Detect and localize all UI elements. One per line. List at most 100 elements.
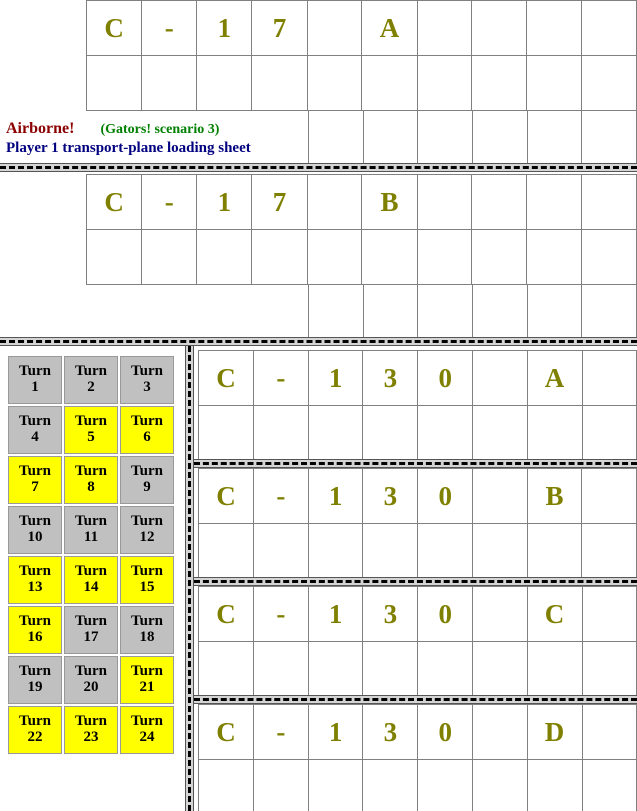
cargo-cell[interactable] [581,759,637,811]
plane-cell[interactable]: B [361,174,418,230]
plane-cell[interactable] [471,174,528,230]
turn-cell-2[interactable]: Turn 2 [64,356,118,404]
turn-cell-13[interactable]: Turn 13 [8,556,62,604]
cargo-cell[interactable] [362,110,419,168]
cargo-cell[interactable] [417,284,473,342]
cargo-cell[interactable] [526,405,583,461]
cargo-cell[interactable] [85,229,143,285]
plane-cell[interactable]: 1 [307,468,364,524]
turn-cell-20[interactable]: Turn 20 [64,656,118,704]
turn-cell-4[interactable]: Turn 4 [8,406,62,454]
cargo-cell[interactable] [252,759,309,811]
turn-cell-18[interactable]: Turn 18 [120,606,174,654]
cargo-cell[interactable] [581,110,637,168]
turn-cell-24[interactable]: Turn 24 [120,706,174,754]
plane-cell[interactable]: - [252,350,309,406]
plane-cell[interactable] [472,350,528,406]
plane-cell[interactable]: 3 [362,704,419,760]
plane-cell[interactable]: A [526,350,583,406]
turn-cell-14[interactable]: Turn 14 [64,556,118,604]
cargo-cell[interactable] [252,405,309,461]
plane-cell[interactable]: C [526,586,583,642]
cargo-cell[interactable] [526,284,583,342]
plane-cell[interactable]: - [252,586,309,642]
turn-cell-23[interactable]: Turn 23 [64,706,118,754]
cargo-cell[interactable] [361,55,418,111]
cargo-cell[interactable] [306,55,363,111]
cargo-cell[interactable] [526,110,583,168]
cargo-cell[interactable] [581,55,637,111]
plane-cell[interactable]: C [85,0,143,56]
turn-cell-9[interactable]: Turn 9 [120,456,174,504]
plane-cell[interactable]: D [526,704,583,760]
cargo-cell[interactable] [472,759,528,811]
turn-cell-11[interactable]: Turn 11 [64,506,118,554]
plane-cell[interactable] [416,174,473,230]
turn-cell-10[interactable]: Turn 10 [8,506,62,554]
cargo-cell[interactable] [471,55,528,111]
plane-cell[interactable]: C [198,704,254,760]
plane-cell[interactable]: A [361,0,418,56]
cargo-cell[interactable] [198,759,254,811]
cargo-cell[interactable] [362,405,419,461]
plane-cell[interactable]: 0 [417,586,474,642]
cargo-cell[interactable] [581,405,637,461]
cargo-cell[interactable] [362,523,419,579]
turn-cell-22[interactable]: Turn 22 [8,706,62,754]
cargo-cell[interactable] [306,229,363,285]
plane-cell[interactable]: - [141,0,198,56]
plane-cell[interactable]: 7 [251,0,308,56]
cargo-cell[interactable] [417,405,474,461]
plane-cell[interactable]: C [198,586,254,642]
turn-cell-6[interactable]: Turn 6 [120,406,174,454]
cargo-cell[interactable] [196,55,253,111]
cargo-cell[interactable] [416,55,473,111]
cargo-cell[interactable] [307,523,364,579]
cargo-cell[interactable] [141,55,198,111]
cargo-cell[interactable] [471,284,528,342]
cargo-cell[interactable] [471,229,528,285]
plane-cell[interactable] [472,586,528,642]
cargo-cell[interactable] [198,523,254,579]
plane-cell[interactable]: C [198,350,254,406]
cargo-cell[interactable] [526,523,583,579]
plane-cell[interactable]: 1 [307,704,364,760]
cargo-cell[interactable] [361,229,418,285]
plane-cell[interactable] [581,586,637,642]
cargo-cell[interactable] [307,405,364,461]
plane-cell[interactable] [306,0,363,56]
turn-cell-3[interactable]: Turn 3 [120,356,174,404]
cargo-cell[interactable] [198,405,254,461]
plane-cell[interactable]: 3 [362,586,419,642]
cargo-cell[interactable] [526,229,583,285]
plane-cell[interactable] [472,468,528,524]
cargo-cell[interactable] [198,641,254,697]
cargo-cell[interactable] [526,759,583,811]
plane-cell[interactable]: B [526,468,583,524]
turn-cell-12[interactable]: Turn 12 [120,506,174,554]
cargo-cell[interactable] [308,284,364,342]
cargo-cell[interactable] [581,284,637,342]
plane-cell[interactable]: C [85,174,143,230]
cargo-cell[interactable] [308,110,364,168]
cargo-cell[interactable] [417,759,474,811]
cargo-cell[interactable] [362,759,419,811]
turn-cell-21[interactable]: Turn 21 [120,656,174,704]
cargo-cell[interactable] [85,55,143,111]
plane-cell[interactable] [526,174,583,230]
turn-cell-15[interactable]: Turn 15 [120,556,174,604]
turn-cell-5[interactable]: Turn 5 [64,406,118,454]
plane-cell[interactable]: 1 [307,586,364,642]
cargo-cell[interactable] [417,523,474,579]
plane-cell[interactable] [581,0,637,56]
plane-cell[interactable] [581,704,637,760]
cargo-cell[interactable] [307,759,364,811]
plane-cell[interactable]: 0 [417,468,474,524]
cargo-cell[interactable] [581,641,637,697]
cargo-cell[interactable] [526,55,583,111]
plane-cell[interactable] [416,0,473,56]
cargo-cell[interactable] [581,229,637,285]
turn-cell-17[interactable]: Turn 17 [64,606,118,654]
cargo-cell[interactable] [471,110,528,168]
cargo-cell[interactable] [141,229,198,285]
